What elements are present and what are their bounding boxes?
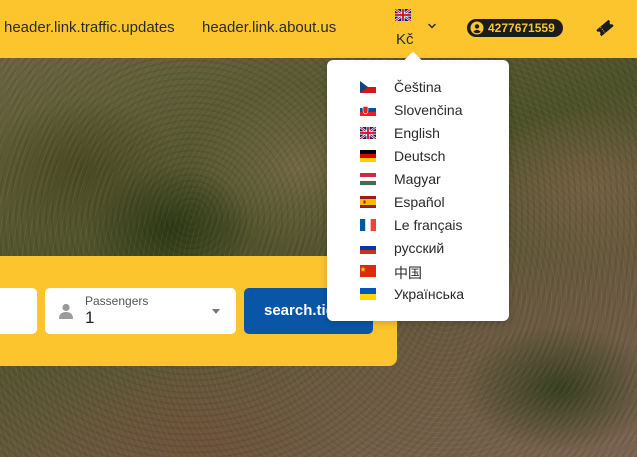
user-points-badge[interactable]: 4277671559 <box>467 19 563 37</box>
language-item-czech[interactable]: Čeština <box>327 76 509 99</box>
uk-flag-icon <box>360 127 376 139</box>
ukrainian-flag-icon <box>360 288 376 300</box>
slovak-flag-icon <box>360 104 376 116</box>
language-item-german[interactable]: Deutsch <box>327 145 509 168</box>
language-label: Magyar <box>394 171 441 187</box>
czech-flag-icon <box>360 81 376 93</box>
language-currency-switcher[interactable]: Kč <box>394 6 442 50</box>
language-item-hungarian[interactable]: Magyar <box>327 168 509 191</box>
language-item-ukrainian[interactable]: Українська <box>327 283 509 306</box>
user-icon <box>470 21 484 35</box>
language-label: Slovenčina <box>394 102 463 118</box>
language-label: Deutsch <box>394 148 446 164</box>
passengers-label: Passengers <box>85 294 149 308</box>
spanish-flag-icon <box>360 196 376 208</box>
chevron-down-icon <box>428 23 436 29</box>
date-field[interactable] <box>0 288 37 334</box>
german-flag-icon <box>360 150 376 162</box>
russian-flag-icon <box>360 242 376 254</box>
site-header: header.link.traffic.updates header.link.… <box>0 0 637 58</box>
language-item-chinese[interactable]: 中国 <box>327 260 509 283</box>
language-label: Čeština <box>394 79 442 95</box>
uk-flag-icon <box>395 9 411 21</box>
chinese-flag-icon <box>360 265 376 277</box>
language-label: English <box>394 125 440 141</box>
language-item-russian[interactable]: русский <box>327 237 509 260</box>
language-item-spanish[interactable]: Español <box>327 191 509 214</box>
caret-down-icon <box>212 309 220 314</box>
nav-link-about-us[interactable]: header.link.about.us <box>202 19 336 36</box>
person-icon <box>59 303 73 319</box>
language-item-english[interactable]: English <box>327 122 509 145</box>
currency-label: Kč <box>396 31 414 48</box>
language-dropdown-menu: Čeština Slovenčina English Deutsch Magya… <box>327 60 509 321</box>
language-item-french[interactable]: Le français <box>327 214 509 237</box>
points-value: 4277671559 <box>488 21 555 35</box>
nav-link-traffic-updates[interactable]: header.link.traffic.updates <box>4 19 175 36</box>
language-item-slovak[interactable]: Slovenčina <box>327 99 509 122</box>
language-label: 中国 <box>394 265 422 281</box>
hungarian-flag-icon <box>360 173 376 185</box>
french-flag-icon <box>360 219 376 231</box>
passengers-select[interactable]: Passengers 1 <box>45 288 236 334</box>
language-label: Le français <box>394 217 463 233</box>
language-label: Español <box>394 194 445 210</box>
ticket-icon[interactable] <box>594 17 616 39</box>
language-label: русский <box>394 240 445 256</box>
language-label: Українська <box>394 286 465 302</box>
passengers-value: 1 <box>85 308 95 327</box>
